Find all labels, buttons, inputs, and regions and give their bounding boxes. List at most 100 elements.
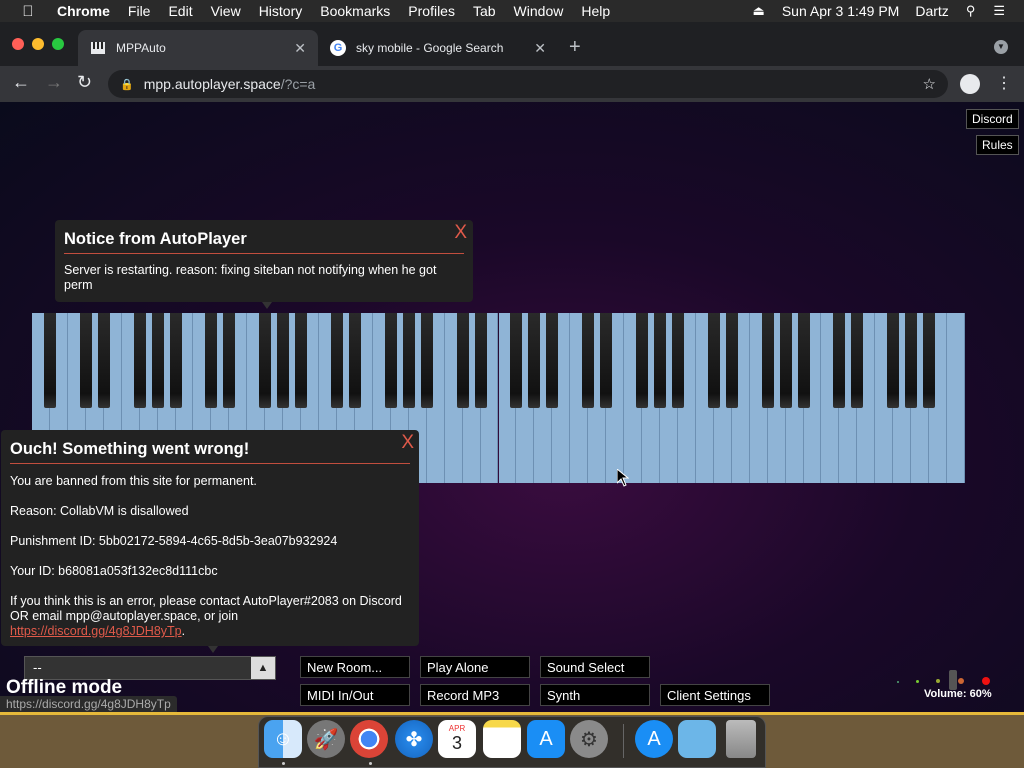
black-key[interactable] [277, 313, 290, 408]
safari-icon[interactable]: ✤ [395, 720, 433, 758]
downloads-folder-icon[interactable] [678, 720, 716, 758]
close-window-button[interactable] [12, 38, 24, 50]
apple-icon[interactable]:  [8, 3, 48, 20]
menubar-datetime[interactable]: Sun Apr 3 1:49 PM [774, 3, 908, 19]
eject-icon[interactable]: ⏏ [744, 3, 774, 19]
black-key[interactable] [384, 313, 397, 408]
control-center-icon[interactable]: ☰ [984, 3, 1014, 19]
black-key[interactable] [474, 313, 487, 408]
chrome-icon[interactable] [350, 720, 388, 758]
new-tab-plus-icon[interactable]: + [569, 36, 581, 59]
black-key[interactable] [402, 313, 415, 408]
black-key[interactable] [420, 313, 433, 408]
close-tab-icon[interactable]: ✕ [534, 40, 546, 57]
menu-edit[interactable]: Edit [159, 3, 201, 19]
menu-window[interactable]: Window [505, 3, 573, 19]
black-key[interactable] [636, 313, 649, 408]
black-key[interactable] [169, 313, 182, 408]
black-key[interactable] [600, 313, 613, 408]
finder-icon[interactable]: ☺ [264, 720, 302, 758]
record-mp3-button[interactable]: Record MP3 [420, 684, 530, 706]
black-key[interactable] [456, 313, 469, 408]
black-key[interactable] [653, 313, 666, 408]
volume-knob-dot [916, 680, 919, 683]
system-preferences-icon[interactable]: ⚙ [570, 720, 608, 758]
black-key[interactable] [887, 313, 900, 408]
dropdown-arrow-icon[interactable]: ▲ [251, 657, 275, 679]
black-key[interactable] [528, 313, 541, 408]
black-key[interactable] [905, 313, 918, 408]
black-key[interactable] [133, 313, 146, 408]
close-error-button[interactable]: X [401, 432, 414, 454]
back-arrow-icon[interactable]: ← [12, 72, 30, 93]
menubar-user[interactable]: Dartz [907, 3, 956, 19]
black-key[interactable] [779, 313, 792, 408]
play-alone-button[interactable]: Play Alone [420, 656, 530, 678]
lock-icon[interactable]: 🔒 [120, 78, 134, 91]
menu-file[interactable]: File [119, 3, 160, 19]
notes-icon[interactable] [483, 720, 521, 758]
menu-profiles[interactable]: Profiles [399, 3, 464, 19]
calendar-icon[interactable]: APR 3 [438, 720, 476, 758]
black-key[interactable] [510, 313, 523, 408]
tab-title: MPPAuto [116, 41, 166, 55]
dock-divider [623, 724, 624, 758]
black-key[interactable] [205, 313, 218, 408]
black-key[interactable] [151, 313, 164, 408]
chrome-menu-icon[interactable]: ⋮ [996, 73, 1012, 93]
menu-tab[interactable]: Tab [464, 3, 505, 19]
menu-view[interactable]: View [202, 3, 250, 19]
black-key[interactable] [546, 313, 559, 408]
discord-button[interactable]: Discord [966, 109, 1019, 129]
close-tab-icon[interactable]: ✕ [294, 40, 306, 57]
minimize-window-button[interactable] [32, 38, 44, 50]
menu-help[interactable]: Help [572, 3, 619, 19]
tab-google-search[interactable]: G sky mobile - Google Search ✕ [318, 30, 558, 66]
black-key[interactable] [923, 313, 936, 408]
profile-avatar-icon[interactable] [960, 74, 980, 94]
launchpad-icon[interactable]: 🚀 [307, 720, 345, 758]
menu-bookmarks[interactable]: Bookmarks [311, 3, 399, 19]
trash-icon[interactable] [726, 720, 756, 758]
spotlight-search-icon[interactable]: ⚲ [957, 3, 985, 19]
menu-chrome[interactable]: Chrome [48, 3, 119, 19]
synth-button[interactable]: Synth [540, 684, 650, 706]
black-key[interactable] [725, 313, 738, 408]
black-key[interactable] [348, 313, 361, 408]
zoom-window-button[interactable] [52, 38, 64, 50]
black-key[interactable] [331, 313, 344, 408]
black-key[interactable] [259, 313, 272, 408]
black-key[interactable] [851, 313, 864, 408]
volume-slider-handle[interactable] [949, 670, 957, 690]
sound-select-button[interactable]: Sound Select [540, 656, 650, 678]
url-host: mpp.autoplayer.space [143, 76, 281, 92]
black-key[interactable] [223, 313, 236, 408]
forward-arrow-icon[interactable]: → [45, 72, 63, 93]
midi-in-out-button[interactable]: MIDI In/Out [300, 684, 410, 706]
black-key[interactable] [295, 313, 308, 408]
black-key[interactable] [43, 313, 56, 408]
discord-invite-link[interactable]: https://discord.gg/4g8JDH8yTp [10, 624, 182, 638]
bookmark-star-icon[interactable]: ☆ [923, 75, 936, 93]
new-room-button[interactable]: New Room... [300, 656, 410, 678]
rules-button[interactable]: Rules [976, 135, 1019, 155]
tab-mppauto[interactable]: MPPAuto ✕ [78, 30, 318, 66]
black-key[interactable] [707, 313, 720, 408]
app-store-2-icon[interactable]: A [635, 720, 673, 758]
address-bar[interactable]: 🔒 mpp.autoplayer.space /?c=a ☆ [108, 70, 948, 98]
app-store-icon[interactable]: A [527, 720, 565, 758]
close-notice-button[interactable]: X [454, 222, 467, 244]
mouse-cursor-icon [617, 469, 629, 487]
reload-icon[interactable]: ↻ [77, 72, 92, 93]
black-key[interactable] [97, 313, 110, 408]
black-key[interactable] [79, 313, 92, 408]
client-settings-button[interactable]: Client Settings [660, 684, 770, 706]
black-key[interactable] [833, 313, 846, 408]
white-key[interactable] [947, 313, 965, 483]
black-key[interactable] [761, 313, 774, 408]
black-key[interactable] [671, 313, 684, 408]
black-key[interactable] [582, 313, 595, 408]
tab-search-chevron-icon[interactable]: ▼ [994, 40, 1008, 54]
menu-history[interactable]: History [250, 3, 312, 19]
black-key[interactable] [797, 313, 810, 408]
